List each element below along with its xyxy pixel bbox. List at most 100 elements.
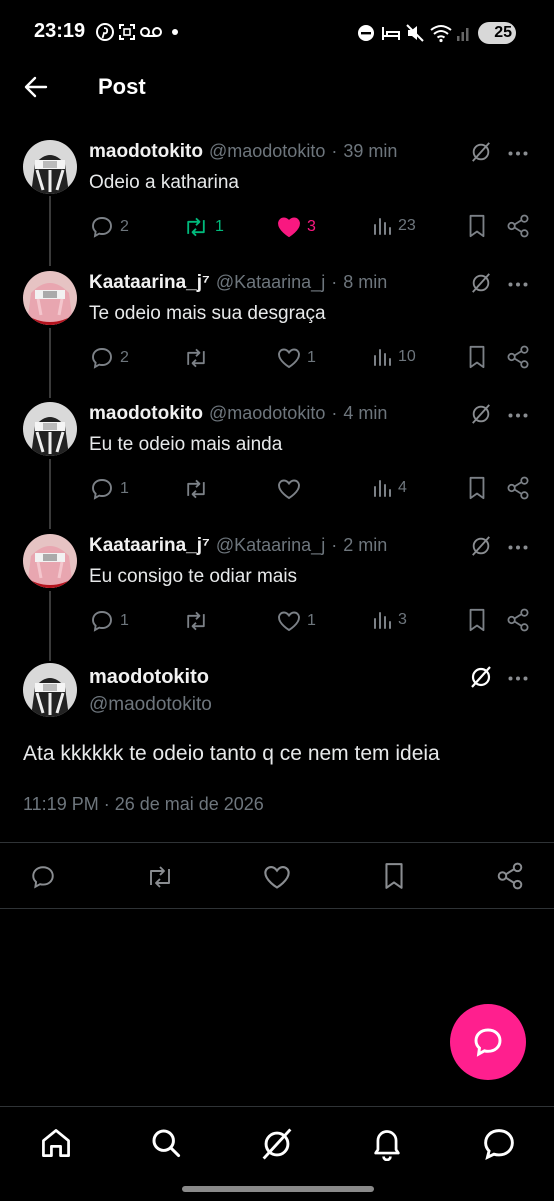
like-icon[interactable]: [263, 864, 291, 890]
post-author-handle[interactable]: @maodotokito: [209, 141, 325, 162]
views-icon: [372, 216, 392, 236]
post-separator: ·: [331, 272, 338, 292]
views-button[interactable]: 4: [372, 478, 407, 498]
back-arrow-icon[interactable]: [24, 76, 48, 98]
more-options-icon[interactable]: [508, 545, 528, 550]
post-author-handle[interactable]: @Kataarina_j: [216, 535, 325, 556]
repost-button[interactable]: [183, 347, 215, 369]
post-header: maodotokito @maodotokito · 39 min: [89, 141, 397, 163]
signal-icon: [456, 24, 472, 42]
share-icon[interactable]: [497, 862, 523, 890]
like-button[interactable]: 1: [277, 610, 316, 632]
status-bar: 23:19 25: [0, 0, 554, 56]
post-author-name[interactable]: maodotokito: [89, 141, 203, 163]
bookmark-icon[interactable]: [467, 476, 487, 500]
grok-icon[interactable]: [260, 1127, 294, 1161]
post-time[interactable]: 4 min: [343, 403, 387, 424]
share-icon[interactable]: [507, 345, 529, 369]
post-time[interactable]: 8 min: [343, 272, 387, 293]
avatar[interactable]: [23, 140, 77, 194]
thread-connector: [49, 196, 51, 266]
views-count: 10: [398, 348, 416, 365]
grok-icon[interactable]: [470, 272, 492, 294]
post-text: Eu te odeio mais ainda: [89, 434, 283, 455]
bookmark-icon[interactable]: [467, 608, 487, 632]
like-icon: [277, 216, 301, 238]
share-icon[interactable]: [507, 608, 529, 632]
reply-button[interactable]: 2: [90, 215, 129, 239]
like-button[interactable]: 1: [277, 347, 316, 369]
post-author-name[interactable]: Kaataarina_j⁷: [89, 272, 210, 294]
post-author-handle[interactable]: @Kataarina_j: [216, 272, 325, 293]
post-separator: ·: [331, 141, 338, 161]
more-options-icon[interactable]: [508, 151, 528, 156]
views-count: 3: [398, 611, 407, 628]
more-options-icon[interactable]: [508, 676, 528, 681]
views-button[interactable]: 23: [372, 216, 416, 236]
avatar[interactable]: [23, 663, 77, 717]
reply-count: 2: [120, 218, 129, 235]
grok-icon[interactable]: [470, 403, 492, 425]
post-time[interactable]: 2 min: [343, 535, 387, 556]
reply-icon[interactable]: [30, 864, 56, 890]
reply-button[interactable]: 1: [90, 477, 129, 501]
reply-button[interactable]: 1: [90, 609, 129, 633]
sleep-icon: [381, 24, 401, 42]
reply-fab-button[interactable]: [450, 1004, 526, 1080]
like-button[interactable]: [277, 478, 307, 500]
post-time[interactable]: 39 min: [343, 141, 397, 162]
post-author-name[interactable]: Kaataarina_j⁷: [89, 535, 210, 557]
grok-icon[interactable]: [470, 141, 492, 163]
grok-icon[interactable]: [469, 665, 493, 689]
battery-level: 25: [494, 24, 512, 41]
share-icon[interactable]: [507, 214, 529, 238]
post-header: Kaataarina_j⁷ @Kataarina_j · 2 min: [89, 535, 387, 557]
avatar[interactable]: [23, 534, 77, 588]
post-author-handle[interactable]: @maodotokito: [209, 403, 325, 424]
views-button[interactable]: 10: [372, 347, 416, 367]
thread-connector: [49, 459, 51, 529]
avatar[interactable]: [23, 271, 77, 325]
post-header: maodotokito @maodotokito · 4 min: [89, 403, 387, 425]
main-post-timestamp[interactable]: 11:19 PM · 26 de mai de 2026: [23, 794, 264, 815]
notifications-icon[interactable]: [371, 1127, 403, 1161]
search-icon[interactable]: [150, 1127, 182, 1159]
post-separator: ·: [331, 535, 338, 555]
post-text: Odeio a katharina: [89, 172, 239, 193]
bookmark-icon[interactable]: [467, 214, 487, 238]
post-text: Te odeio mais sua desgraça: [89, 303, 326, 324]
divider: [0, 908, 554, 909]
main-post-handle[interactable]: @maodotokito: [89, 694, 212, 716]
repost-button[interactable]: [183, 610, 215, 632]
reply-icon: [90, 215, 114, 239]
more-options-icon[interactable]: [508, 413, 528, 418]
reply-button[interactable]: 2: [90, 346, 129, 370]
share-icon[interactable]: [507, 476, 529, 500]
grok-icon[interactable]: [470, 535, 492, 557]
avatar[interactable]: [23, 402, 77, 456]
home-icon[interactable]: [40, 1127, 72, 1159]
like-icon: [277, 347, 301, 369]
more-options-icon[interactable]: [508, 282, 528, 287]
views-icon: [372, 478, 392, 498]
repost-icon[interactable]: [145, 864, 175, 890]
do-not-disturb-icon: [357, 24, 375, 42]
views-icon: [372, 610, 392, 630]
reply-icon: [472, 1026, 504, 1058]
views-button[interactable]: 3: [372, 610, 407, 630]
bookmark-icon[interactable]: [383, 862, 405, 890]
like-button[interactable]: 3: [277, 216, 316, 238]
page-title: Post: [98, 74, 146, 99]
bookmark-icon[interactable]: [467, 345, 487, 369]
main-post-name[interactable]: maodotokito: [89, 666, 209, 689]
messages-icon[interactable]: [482, 1127, 516, 1161]
reply-icon: [90, 477, 114, 501]
wifi-icon: [429, 23, 453, 43]
post-author-name[interactable]: maodotokito: [89, 403, 203, 425]
repost-button[interactable]: 1: [183, 216, 224, 238]
reply-count: 2: [120, 349, 129, 366]
like-count: 3: [307, 218, 316, 235]
repost-button[interactable]: [183, 478, 215, 500]
reply-icon: [90, 346, 114, 370]
thread-connector: [49, 328, 51, 398]
